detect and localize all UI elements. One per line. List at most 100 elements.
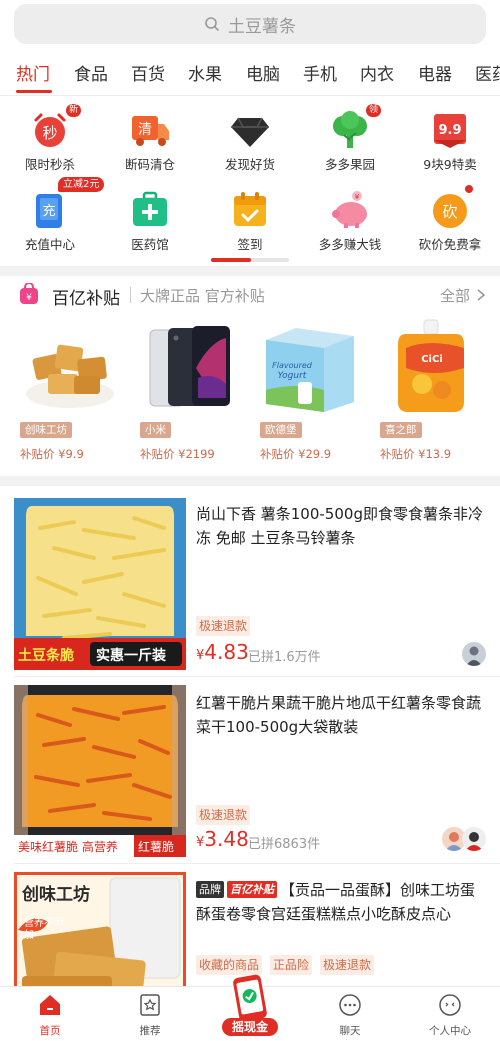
product-image-jelly-pouch: CiCi bbox=[398, 319, 464, 412]
product-image-egg-pastry: 创味工坊 营养不添加 bbox=[14, 872, 186, 986]
subsidy-price: 补贴价 ¥2199 bbox=[140, 447, 215, 461]
grid-item-bargain[interactable]: 砍 砍价免费拿 bbox=[400, 182, 500, 252]
tab-recommend[interactable]: 推荐 bbox=[100, 987, 200, 1041]
svg-text:Flavoured: Flavoured bbox=[272, 361, 313, 370]
tab-category[interactable]: 热门 bbox=[16, 60, 50, 85]
sold-count: 已拼1.6万件 bbox=[248, 650, 321, 665]
chat-bubble-icon bbox=[339, 994, 361, 1016]
svg-text:9.9: 9.9 bbox=[438, 123, 461, 138]
tab-category[interactable]: 手机 bbox=[303, 60, 337, 85]
tab-category[interactable]: 食品 bbox=[74, 60, 108, 85]
product-image-pastry bbox=[26, 344, 114, 408]
refund-tag: 极速退款 bbox=[320, 955, 375, 975]
tab-category[interactable]: 医药 bbox=[475, 60, 500, 85]
grid-label: 签到 bbox=[237, 237, 263, 252]
svg-text:¥: ¥ bbox=[355, 193, 360, 201]
refund-tag: 极速退款 bbox=[196, 616, 251, 636]
calendar-checkin-icon bbox=[234, 192, 266, 226]
phone-recharge-icon: 充 bbox=[36, 194, 62, 228]
subsidy-header: ¥ 百亿补贴 大牌正品 官方补贴 全部 bbox=[0, 276, 500, 314]
chevron-right-icon[interactable] bbox=[476, 289, 486, 301]
svg-text:¥: ¥ bbox=[26, 293, 32, 303]
svg-text:CiCi: CiCi bbox=[421, 354, 443, 365]
image-brand-text: 创味工坊 bbox=[22, 885, 90, 905]
brand-tag: 创味工坊 bbox=[20, 422, 72, 438]
collect-badge: 领 bbox=[366, 104, 382, 117]
banner-right-text: 实惠一斤装 bbox=[96, 648, 166, 664]
recommend-star-icon bbox=[140, 994, 160, 1016]
brand-tag: 喜之郎 bbox=[380, 422, 422, 438]
search-placeholder: 土豆薯条 bbox=[228, 16, 296, 37]
product-image-phone bbox=[149, 326, 230, 407]
svg-text:砍: 砍 bbox=[442, 203, 457, 221]
subsidy-product[interactable]: 小米 补贴价 ¥2199 bbox=[140, 318, 250, 468]
grid-item-nine-nine[interactable]: 9.9 9块9特卖 bbox=[400, 102, 500, 172]
svg-text:清: 清 bbox=[138, 122, 152, 138]
svg-text:充: 充 bbox=[42, 203, 55, 219]
tab-label: 聊天 bbox=[339, 1025, 361, 1037]
image-badge-text: 营养不添加 bbox=[24, 918, 64, 941]
active-tab-indicator bbox=[16, 90, 52, 93]
tab-category[interactable]: 电脑 bbox=[246, 60, 280, 85]
tab-category[interactable]: 水果 bbox=[188, 60, 222, 85]
subsidy-product[interactable]: CiCi 喜之郎 补贴价 ¥13.9 bbox=[380, 318, 490, 468]
subsidy-bag-icon: ¥ bbox=[20, 283, 38, 304]
avatar bbox=[462, 642, 486, 666]
banner-left-text: 美味红薯脆 高营养 bbox=[18, 840, 118, 854]
product-card[interactable]: 创味工坊 营养不添加 品牌 百亿补贴 【贡品一品蛋酥】创味工坊蛋酥蛋卷零食宫廷蛋糕糕… bbox=[0, 864, 500, 986]
profile-face-icon bbox=[439, 994, 461, 1016]
grid-label: 多多赚大钱 bbox=[318, 237, 382, 252]
grid-item-flash-sale[interactable]: 秒 新 限时秒杀 bbox=[0, 102, 100, 172]
grid-label: 限时秒杀 bbox=[24, 157, 75, 172]
new-badge: 新 bbox=[66, 104, 82, 117]
product-price: ¥3.48 bbox=[196, 827, 249, 851]
grid-item-earn-money[interactable]: ¥ 多多赚大钱 bbox=[300, 182, 400, 252]
tab-category[interactable]: 百货 bbox=[131, 60, 165, 85]
brand-tag: 小米 bbox=[140, 422, 171, 438]
grid-item-checkin[interactable]: 签到 bbox=[200, 182, 300, 252]
shortcut-grid: 秒 新 限时秒杀 清 断码清仓 发现好货 领 多多果园 9.9 9块9特卖 充 … bbox=[0, 98, 500, 264]
section-divider bbox=[0, 266, 500, 276]
tab-chat[interactable]: 聊天 bbox=[300, 987, 400, 1041]
brand-tag: 欧德堡 bbox=[260, 422, 302, 438]
grid-page-indicator bbox=[211, 258, 289, 262]
sold-count: 已拼6863件 bbox=[248, 837, 321, 852]
tab-category[interactable]: 内衣 bbox=[360, 60, 394, 85]
grid-label: 多多果园 bbox=[324, 157, 375, 172]
bargain-icon: 砍 bbox=[433, 194, 467, 228]
home-icon bbox=[40, 995, 60, 1015]
subsidy-section: ¥ 百亿补贴 大牌正品 官方补贴 全部 创味工坊 补贴价 ¥9.9 小米 补贴价… bbox=[0, 276, 500, 474]
subsidy-slogan: 大牌正品 官方补贴 bbox=[140, 287, 265, 305]
product-card[interactable]: 土豆条脆 实惠一斤装 尚山下香 薯条100-500g即食零食薯条非冷冻 免邮 土… bbox=[0, 488, 500, 676]
grid-item-pharmacy[interactable]: 医药馆 bbox=[100, 182, 200, 252]
piggy-bank-icon: ¥ bbox=[332, 191, 367, 228]
grid-item-discover[interactable]: 发现好货 bbox=[200, 102, 300, 172]
section-divider bbox=[0, 476, 500, 486]
product-title: 品牌 百亿补贴 【贡品一品蛋酥】创味工坊蛋酥蛋卷零食宫廷蛋糕糕点小吃酥皮点心 bbox=[196, 881, 476, 923]
banner-left-text: 土豆条脆 bbox=[18, 648, 74, 664]
product-title: 红薯干脆片果蔬干脆片地瓜干红薯条零食蔬菜干100-500g大袋散装 bbox=[196, 694, 482, 736]
subsidy-price: 补贴价 ¥9.9 bbox=[20, 447, 84, 461]
orchard-tree-icon bbox=[333, 111, 367, 148]
tab-category[interactable]: 电器 bbox=[418, 60, 452, 85]
shake-cash-button[interactable]: 摇现金 bbox=[222, 972, 278, 1040]
grid-item-recharge[interactable]: 充 立减2元 充值中心 bbox=[0, 177, 105, 252]
avatar bbox=[462, 827, 486, 851]
subsidy-price: 补贴价 ¥29.9 bbox=[260, 447, 332, 461]
category-tabs: 热门 食品 百货 水果 电脑 手机 内衣 电器 医药 bbox=[0, 54, 500, 96]
nine-nine-icon: 9.9 bbox=[434, 114, 466, 148]
tab-home[interactable]: 首页 bbox=[0, 987, 100, 1041]
tab-label: 推荐 bbox=[139, 1025, 161, 1037]
search-icon bbox=[205, 17, 219, 31]
grid-item-clearance[interactable]: 清 断码清仓 bbox=[100, 102, 200, 172]
search-input[interactable]: 土豆薯条 bbox=[14, 4, 486, 44]
subsidy-product[interactable]: 创味工坊 补贴价 ¥9.9 bbox=[20, 318, 130, 468]
tab-profile[interactable]: 个人中心 bbox=[400, 987, 500, 1041]
notification-dot bbox=[464, 184, 474, 194]
medicine-kit-icon bbox=[133, 191, 167, 226]
grid-item-orchard[interactable]: 领 多多果园 bbox=[300, 102, 400, 172]
product-card[interactable]: 美味红薯脆 高营养 红薯脆 红薯干脆片果蔬干脆片地瓜干红薯条零食蔬菜干100-5… bbox=[0, 677, 500, 863]
view-all-link[interactable]: 全部 bbox=[440, 285, 470, 306]
subsidy-product[interactable]: Flavoured Yogurt 欧德堡 补贴价 ¥29.9 bbox=[260, 318, 370, 468]
subsidy-title: 百亿补贴 bbox=[52, 289, 120, 309]
